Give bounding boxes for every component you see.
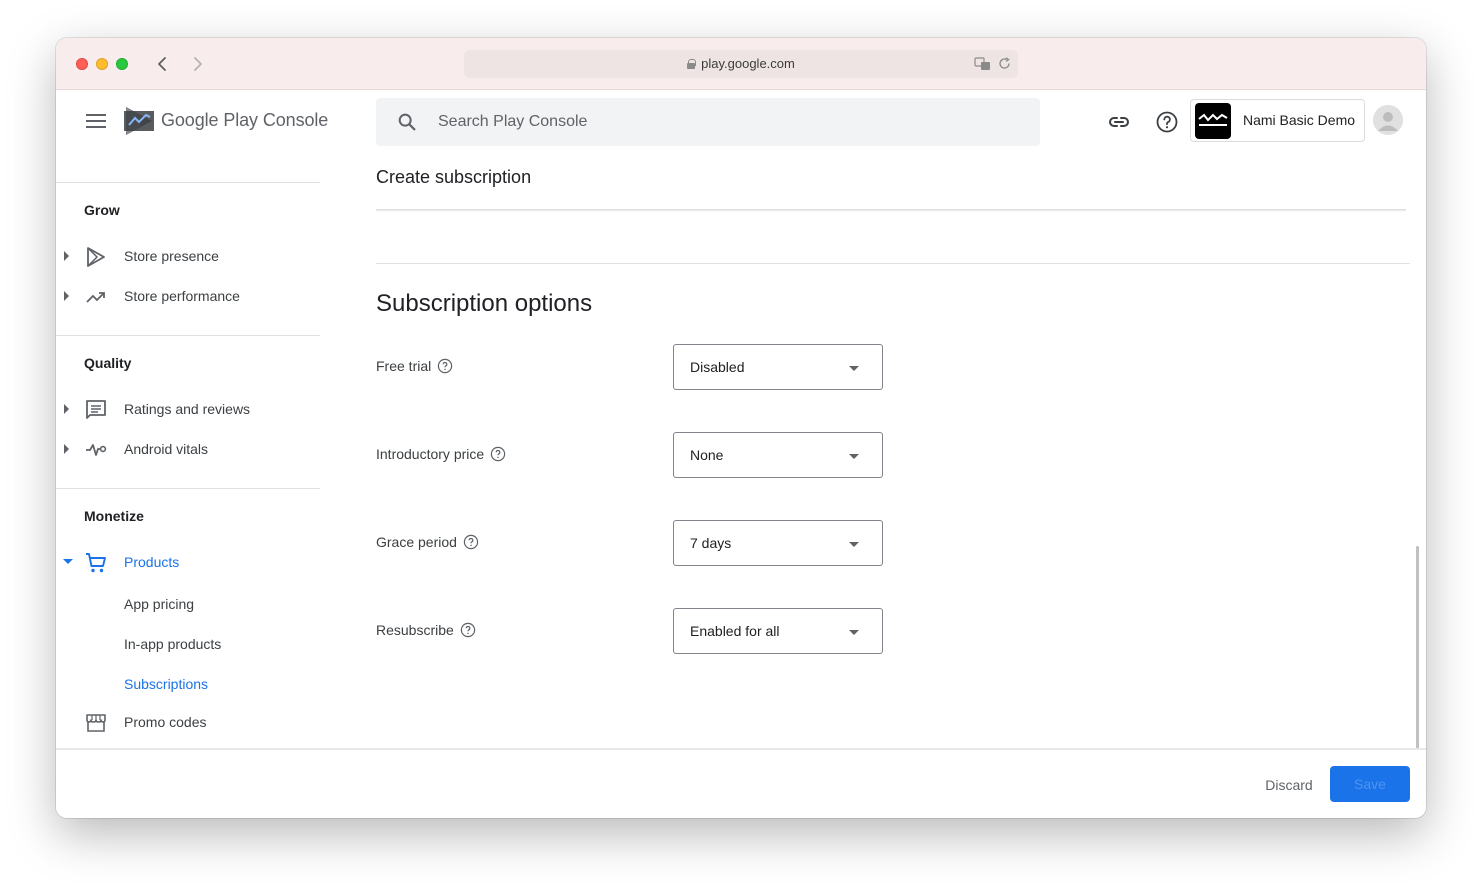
sidebar: Google Play Console Grow Store presence … — [56, 90, 328, 818]
brand-primary: Google Play — [161, 110, 258, 130]
resubscribe-label: Resubscribe — [376, 622, 476, 638]
window-minimize-button[interactable] — [96, 58, 108, 70]
sidebar-item-label: Store performance — [124, 288, 240, 304]
sidebar-item-label: Ratings and reviews — [124, 401, 251, 417]
select-value: 7 days — [690, 535, 732, 551]
vitals-icon — [86, 444, 107, 456]
grace-period-label: Grace period — [376, 534, 479, 550]
select-value: Disabled — [690, 359, 745, 375]
page-title: Create subscription — [376, 167, 532, 187]
app-selector[interactable]: Nami Basic Demo — [1190, 99, 1365, 142]
play-outline-icon — [87, 247, 105, 267]
app-name: Nami Basic Demo — [1243, 112, 1356, 128]
sidebar-item-label: Store presence — [124, 248, 219, 264]
play-console-logo-icon — [124, 107, 154, 135]
chevron-down-icon — [849, 366, 859, 371]
search-input[interactable]: Search Play Console — [376, 98, 1040, 146]
help-circle-icon[interactable] — [463, 534, 479, 550]
option-label-text: Free trial — [376, 358, 432, 374]
sidebar-item-label: Products — [124, 554, 180, 570]
browser-window: play.google.com Google Play Console Grow… — [56, 38, 1426, 818]
store-icon — [86, 714, 106, 732]
option-label-text: Resubscribe — [376, 622, 454, 638]
expand-caret-icon[interactable] — [64, 404, 69, 414]
sidebar-item-android-vitals[interactable]: Android vitals — [56, 429, 320, 469]
option-label-text: Introductory price — [376, 446, 485, 462]
option-label-text: Grace period — [376, 534, 457, 550]
search-placeholder: Search Play Console — [438, 113, 588, 130]
chevron-down-icon — [849, 630, 859, 635]
search-icon — [398, 113, 416, 131]
avatar[interactable] — [1373, 105, 1403, 135]
menu-icon[interactable] — [86, 114, 106, 128]
address-bar-actions — [974, 56, 1012, 72]
brand-secondary: Console — [262, 110, 329, 130]
sidebar-item-ratings-and-reviews[interactable]: Ratings and reviews — [56, 389, 320, 429]
sidebar-item-products[interactable]: Products — [56, 542, 320, 582]
reviews-icon — [86, 400, 106, 419]
section-title-monetize: Monetize — [84, 508, 144, 524]
help-circle-icon[interactable] — [437, 358, 453, 374]
app-logo-icon — [1195, 103, 1231, 139]
header-divider — [376, 209, 1406, 212]
expand-caret-icon[interactable] — [64, 444, 69, 454]
action-footer: Discard Save — [56, 750, 1426, 818]
section-title-grow: Grow — [84, 202, 120, 218]
free-trial-label: Free trial — [376, 358, 453, 374]
sidebar-item-label: Promo codes — [124, 714, 207, 730]
section-heading: Subscription options — [376, 290, 593, 317]
section-title-quality: Quality — [84, 355, 132, 371]
lock-icon — [687, 59, 697, 69]
save-button[interactable]: Save — [1330, 766, 1410, 802]
sidebar-item-app-pricing[interactable]: App pricing — [124, 596, 194, 612]
chevron-down-icon — [849, 454, 859, 459]
resubscribe-select[interactable]: Enabled for all — [673, 608, 883, 654]
discard-button[interactable]: Discard — [1251, 768, 1327, 802]
sidebar-divider — [56, 182, 320, 183]
back-arrow-icon[interactable] — [153, 54, 173, 74]
content-divider — [376, 263, 1410, 264]
collapse-caret-icon[interactable] — [63, 559, 73, 564]
sidebar-divider — [56, 335, 320, 336]
window-maximize-button[interactable] — [116, 58, 128, 70]
translate-icon[interactable] — [974, 57, 992, 71]
scrollbar[interactable] — [1416, 546, 1419, 772]
sidebar-item-label: Android vitals — [124, 441, 209, 457]
expand-caret-icon[interactable] — [64, 251, 69, 261]
browser-titlebar: play.google.com — [56, 38, 1426, 90]
chevron-down-icon — [849, 542, 859, 547]
forward-arrow-icon[interactable] — [187, 54, 207, 74]
free-trial-select[interactable]: Disabled — [673, 344, 883, 390]
sidebar-divider — [56, 488, 320, 489]
brand-name: Google Play Console — [161, 110, 328, 131]
grace-period-select[interactable]: 7 days — [673, 520, 883, 566]
introductory-price-label: Introductory price — [376, 446, 506, 462]
window-close-button[interactable] — [76, 58, 88, 70]
help-circle-icon[interactable] — [460, 622, 476, 638]
link-icon[interactable] — [1107, 110, 1131, 134]
cart-icon — [86, 553, 106, 573]
sidebar-item-promo-codes[interactable]: Promo codes — [56, 702, 320, 742]
help-circle-icon[interactable] — [490, 446, 506, 462]
address-bar[interactable]: play.google.com — [464, 50, 1018, 78]
sidebar-item-store-performance[interactable]: Store performance — [56, 276, 320, 316]
reload-icon[interactable] — [998, 57, 1012, 71]
sidebar-item-subscriptions[interactable]: Subscriptions — [124, 676, 208, 692]
trending-up-icon — [86, 292, 105, 303]
select-value: None — [690, 447, 724, 463]
sidebar-item-store-presence[interactable]: Store presence — [56, 236, 320, 276]
sidebar-item-in-app-products[interactable]: In-app products — [124, 636, 221, 652]
address-bar-url: play.google.com — [701, 56, 795, 71]
account-icon — [1378, 112, 1398, 131]
address-bar-text-wrap: play.google.com — [464, 56, 1018, 71]
introductory-price-select[interactable]: None — [673, 432, 883, 478]
expand-caret-icon[interactable] — [64, 291, 69, 301]
help-icon[interactable] — [1155, 110, 1179, 134]
select-value: Enabled for all — [690, 623, 780, 639]
